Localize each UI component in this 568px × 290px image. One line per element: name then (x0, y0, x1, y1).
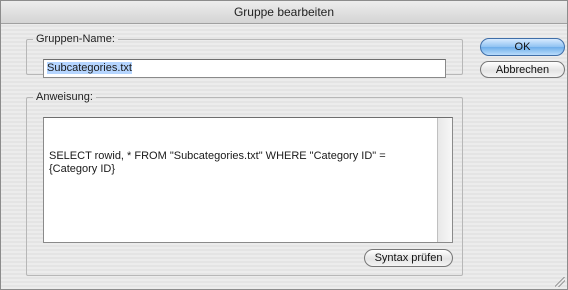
statement-textarea[interactable]: SELECT rowid, * FROM "Subcategories.txt"… (43, 117, 453, 243)
statement-text: SELECT rowid, * FROM "Subcategories.txt"… (49, 150, 389, 175)
cancel-button[interactable]: Abbrechen (480, 61, 565, 78)
group-name-value: Subcategories.txt (47, 62, 132, 74)
dialog-window: Gruppe bearbeiten Gruppen-Name: Subcateg… (0, 0, 568, 290)
resize-grip-icon[interactable] (555, 277, 565, 287)
statement-scrollbar[interactable] (437, 118, 452, 242)
dialog-title: Gruppe bearbeiten (1, 1, 567, 24)
ok-button[interactable]: OK (480, 38, 565, 56)
group-name-input[interactable]: Subcategories.txt (43, 59, 446, 78)
group-name-group: Gruppen-Name: Subcategories.txt (26, 33, 463, 78)
group-name-label: Gruppen-Name: (36, 33, 115, 45)
syntax-check-button[interactable]: Syntax prüfen (364, 249, 453, 267)
statement-label: Anweisung: (36, 91, 93, 103)
